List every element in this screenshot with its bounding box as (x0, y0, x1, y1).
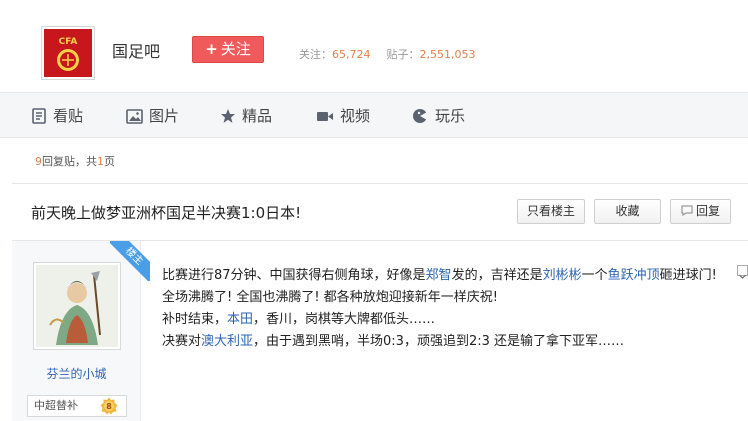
plus-icon: + (205, 40, 218, 58)
level-name: 中超替补 (34, 399, 78, 412)
nav-tab-label: 看贴 (53, 107, 84, 125)
reply-count: 9 (35, 155, 42, 168)
keyword-link[interactable]: 本田 (227, 312, 253, 327)
keyword-link[interactable]: 郑智 (426, 268, 452, 283)
post-line: 全场沸腾了! 全国也沸腾了! 都各种放炮迎接新年一样庆祝! (162, 290, 498, 305)
follow-count: 65,724 (332, 48, 371, 61)
follow-button[interactable]: + 关注 (192, 36, 264, 63)
video-camera-icon (317, 111, 333, 121)
follow-count-label: 关注： (299, 48, 332, 61)
avatar-image (36, 265, 118, 347)
comment-icon (681, 205, 693, 217)
svg-text:8: 8 (106, 402, 112, 411)
thread-title: 前天晚上做梦亚洲杯国足半决赛1:0日本! (31, 204, 302, 222)
forum-stats: 关注：65,724 贴子：2,551,053 (299, 46, 475, 62)
level-badge-icon: 8 (100, 397, 118, 415)
post-count-label: 贴子： (386, 48, 420, 61)
svg-text:CFA: CFA (59, 37, 78, 47)
forum-nav: 看贴 图片 精品 视频 玩乐 (0, 92, 748, 138)
post-menu-toggle[interactable] (737, 265, 748, 279)
nav-tab-label: 玩乐 (435, 107, 466, 125)
post-content: 比赛进行87分钟、中国获得右侧角球，好像是郑智发的，吉祥还是刘彬彬一个鱼跃冲顶砸… (162, 265, 732, 353)
nav-tab-video[interactable]: 视频 (316, 93, 370, 139)
author-name[interactable]: 芬兰的小城 (12, 365, 141, 382)
post-count: 2,551,053 (419, 48, 476, 61)
nav-tab-featured[interactable]: 精品 (220, 93, 272, 139)
keyword-link[interactable]: 鱼跃冲顶 (608, 268, 660, 283)
follow-button-label: 关注 (220, 40, 251, 58)
reply-count-info: 9回复贴，共1页 (35, 153, 115, 169)
forum-title: 国足吧 (112, 42, 161, 61)
avatar[interactable] (33, 262, 121, 350)
image-icon (126, 108, 143, 124)
favorite-button[interactable]: 收藏 (594, 199, 661, 224)
page-count-label: 页 (104, 155, 115, 168)
post-line: 比赛进行87分钟、中国获得右侧角球，好像是郑智发的，吉祥还是刘彬彬一个鱼跃冲顶砸… (162, 268, 717, 283)
star-icon (221, 109, 235, 123)
nav-tab-posts[interactable]: 看贴 (31, 93, 83, 139)
divider (12, 183, 748, 184)
nav-tab-label: 视频 (340, 107, 371, 125)
nav-tab-games[interactable]: 玩乐 (412, 93, 465, 139)
keyword-link[interactable]: 刘彬彬 (543, 268, 582, 283)
chevron-down-icon (739, 274, 746, 279)
game-icon (413, 109, 427, 123)
post-line: 补时结束，本田，香川，岗棋等大牌都低头…… (162, 312, 436, 327)
page-count: 1 (97, 155, 104, 168)
document-icon (32, 108, 46, 124)
reply-button-label: 回复 (695, 204, 720, 218)
reply-count-label: 回复贴，共 (42, 155, 97, 168)
nav-tab-label: 图片 (149, 107, 180, 125)
user-level[interactable]: 中超替补 8 (27, 395, 127, 417)
forum-logo[interactable]: CFA (41, 26, 95, 80)
cfa-logo-icon: CFA (44, 29, 92, 77)
nav-tab-images[interactable]: 图片 (126, 93, 179, 139)
post-line: 决赛对澳大利亚，由于遇到黑哨，半场0:3，顽强追到2:3 还是输了拿下亚军…… (162, 334, 625, 349)
nav-tab-label: 精品 (242, 107, 273, 125)
forum-header: CFA 国足吧 + 关注 关注：65,724 贴子：2,551,053 (0, 0, 748, 92)
reply-button[interactable]: 回复 (670, 199, 731, 224)
only-op-button[interactable]: 只看楼主 (517, 199, 585, 224)
keyword-link[interactable]: 澳大利亚 (201, 334, 253, 349)
